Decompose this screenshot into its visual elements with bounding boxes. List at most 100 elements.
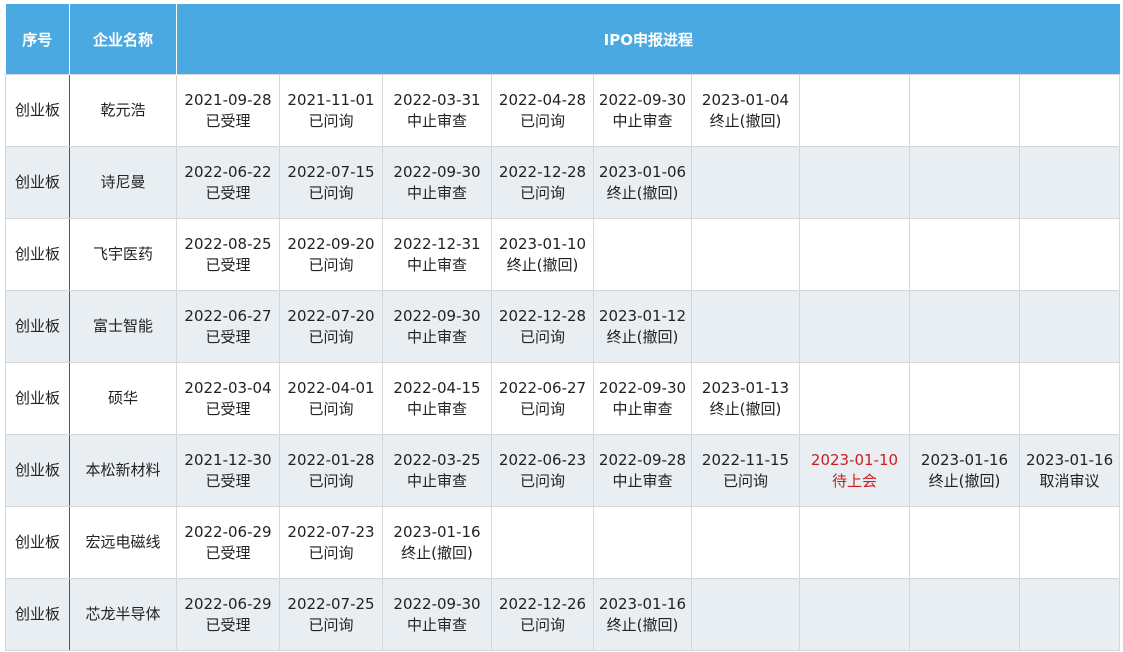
progress-cell: 2021-09-28 已受理 bbox=[176, 74, 280, 147]
progress-cell bbox=[691, 506, 800, 579]
progress-cell bbox=[799, 506, 910, 579]
event-date: 2023-01-04 bbox=[701, 90, 790, 109]
company-cell: 诗尼曼 bbox=[69, 146, 177, 219]
event-status: 终止(撤回) bbox=[709, 399, 782, 418]
board-cell: 创业板 bbox=[5, 74, 70, 147]
progress-cell: 2023-01-16 取消审议 bbox=[1018, 434, 1121, 507]
event-date: 2022-03-31 bbox=[393, 90, 481, 109]
event-status: 已受理 bbox=[205, 111, 251, 130]
table-row: 创业板 本松新材料 2021-12-30 已受理 2022-01-28 已问询 2022-0… bbox=[5, 434, 1121, 507]
progress-cell bbox=[691, 218, 800, 291]
progress-cell bbox=[909, 218, 1020, 291]
progress-cell: 2021-12-30 已受理 bbox=[176, 434, 280, 507]
progress-cell bbox=[799, 218, 910, 291]
table-row: 创业板 富士智能 2022-06-27 已受理 2022-07-20 已问询 2022-09… bbox=[5, 290, 1121, 363]
event-status: 已问询 bbox=[308, 399, 354, 418]
event-status: 已问询 bbox=[308, 111, 354, 130]
header-row: 序号 企业名称 IPO申报进程 bbox=[5, 4, 1120, 75]
board-cell: 创业板 bbox=[5, 434, 70, 507]
event-date: 2022-06-27 bbox=[184, 306, 272, 325]
event-status: 已问询 bbox=[308, 255, 354, 274]
board-cell: 创业板 bbox=[5, 146, 70, 219]
event-status: 中止审查 bbox=[406, 327, 467, 346]
header-seq: 序号 bbox=[5, 4, 70, 75]
header-progress: IPO申报进程 bbox=[176, 4, 1120, 75]
event-date: 2022-01-28 bbox=[287, 450, 375, 469]
progress-cell bbox=[593, 506, 692, 579]
event-status: 中止审查 bbox=[406, 111, 467, 130]
progress-cell bbox=[909, 578, 1020, 651]
progress-cell: 2022-07-15 已问询 bbox=[279, 146, 383, 219]
progress-cell bbox=[1018, 218, 1121, 291]
progress-cell: 2022-12-28 已问询 bbox=[491, 146, 594, 219]
event-status: 已问询 bbox=[308, 471, 354, 490]
table-row: 创业板 芯龙半导体 2022-06-29 已受理 2022-07-25 已问询 2022-0… bbox=[5, 578, 1121, 651]
event-date: 2022-07-25 bbox=[287, 594, 375, 613]
board-cell: 创业板 bbox=[5, 578, 70, 651]
event-status: 终止(撤回) bbox=[401, 543, 473, 562]
event-status: 中止审查 bbox=[612, 111, 673, 130]
event-status: 已受理 bbox=[205, 399, 251, 418]
event-date: 2022-07-23 bbox=[287, 522, 375, 541]
progress-cell: 2022-03-04 已受理 bbox=[176, 362, 280, 435]
event-status: 已受理 bbox=[205, 327, 251, 346]
progress-cell: 2023-01-06 终止(撤回) bbox=[593, 146, 692, 219]
company-cell: 富士智能 bbox=[69, 290, 177, 363]
event-date: 2022-12-28 bbox=[498, 162, 587, 181]
progress-cell: 2022-09-28 中止审查 bbox=[593, 434, 692, 507]
event-status: 中止审查 bbox=[406, 615, 467, 634]
event-date: 2022-04-28 bbox=[498, 90, 587, 109]
event-date: 2023-01-12 bbox=[598, 306, 687, 325]
progress-cell bbox=[909, 146, 1020, 219]
event-date: 2023-01-16 bbox=[920, 450, 1009, 469]
progress-cell bbox=[909, 74, 1020, 147]
event-status: 已受理 bbox=[205, 255, 251, 274]
event-date: 2022-09-30 bbox=[393, 162, 481, 181]
progress-cell: 2023-01-16 终止(撤回) bbox=[382, 506, 492, 579]
progress-cell bbox=[1018, 506, 1121, 579]
progress-cell: 2021-11-01 已问询 bbox=[279, 74, 383, 147]
company-cell: 硕华 bbox=[69, 362, 177, 435]
progress-cell: 2022-07-23 已问询 bbox=[279, 506, 383, 579]
progress-cell: 2022-09-30 中止审查 bbox=[593, 74, 692, 147]
event-date: 2022-06-27 bbox=[498, 378, 587, 397]
progress-cell bbox=[1018, 146, 1121, 219]
event-status: 已问询 bbox=[308, 183, 354, 202]
event-date: 2022-11-15 bbox=[701, 450, 790, 469]
event-status: 已受理 bbox=[205, 471, 251, 490]
company-cell: 宏远电磁线 bbox=[69, 506, 177, 579]
progress-cell: 2022-09-30 中止审查 bbox=[593, 362, 692, 435]
progress-cell bbox=[1018, 578, 1121, 651]
event-status: 终止(撤回) bbox=[506, 255, 579, 274]
progress-cell bbox=[799, 290, 910, 363]
event-status: 终止(撤回) bbox=[606, 615, 679, 634]
progress-cell: 2022-09-30 中止审查 bbox=[382, 578, 492, 651]
progress-cell bbox=[691, 290, 800, 363]
event-status: 已受理 bbox=[205, 183, 251, 202]
progress-cell bbox=[909, 362, 1020, 435]
progress-cell: 2023-01-16 终止(撤回) bbox=[909, 434, 1020, 507]
event-date: 2022-09-28 bbox=[598, 450, 687, 469]
progress-cell: 2022-07-20 已问询 bbox=[279, 290, 383, 363]
progress-cell: 2022-12-31 中止审查 bbox=[382, 218, 492, 291]
company-cell: 飞宇医药 bbox=[69, 218, 177, 291]
progress-cell: 2022-12-26 已问询 bbox=[491, 578, 594, 651]
progress-cell: 2022-06-23 已问询 bbox=[491, 434, 594, 507]
event-status: 中止审查 bbox=[406, 399, 467, 418]
event-date: 2023-01-13 bbox=[701, 378, 790, 397]
progress-cell bbox=[691, 578, 800, 651]
progress-cell bbox=[593, 218, 692, 291]
event-date: 2022-09-20 bbox=[287, 234, 375, 253]
progress-cell: 2022-12-28 已问询 bbox=[491, 290, 594, 363]
progress-cell: 2023-01-12 终止(撤回) bbox=[593, 290, 692, 363]
progress-cell bbox=[1018, 362, 1121, 435]
event-date: 2022-09-30 bbox=[598, 378, 687, 397]
event-date: 2023-01-16 bbox=[598, 594, 687, 613]
event-date: 2022-04-01 bbox=[287, 378, 375, 397]
event-status: 终止(撤回) bbox=[606, 327, 679, 346]
event-date: 2022-12-31 bbox=[393, 234, 481, 253]
event-status: 已问询 bbox=[519, 183, 565, 202]
progress-cell: 2022-06-29 已受理 bbox=[176, 578, 280, 651]
event-status: 中止审查 bbox=[612, 471, 673, 490]
progress-cell bbox=[799, 578, 910, 651]
